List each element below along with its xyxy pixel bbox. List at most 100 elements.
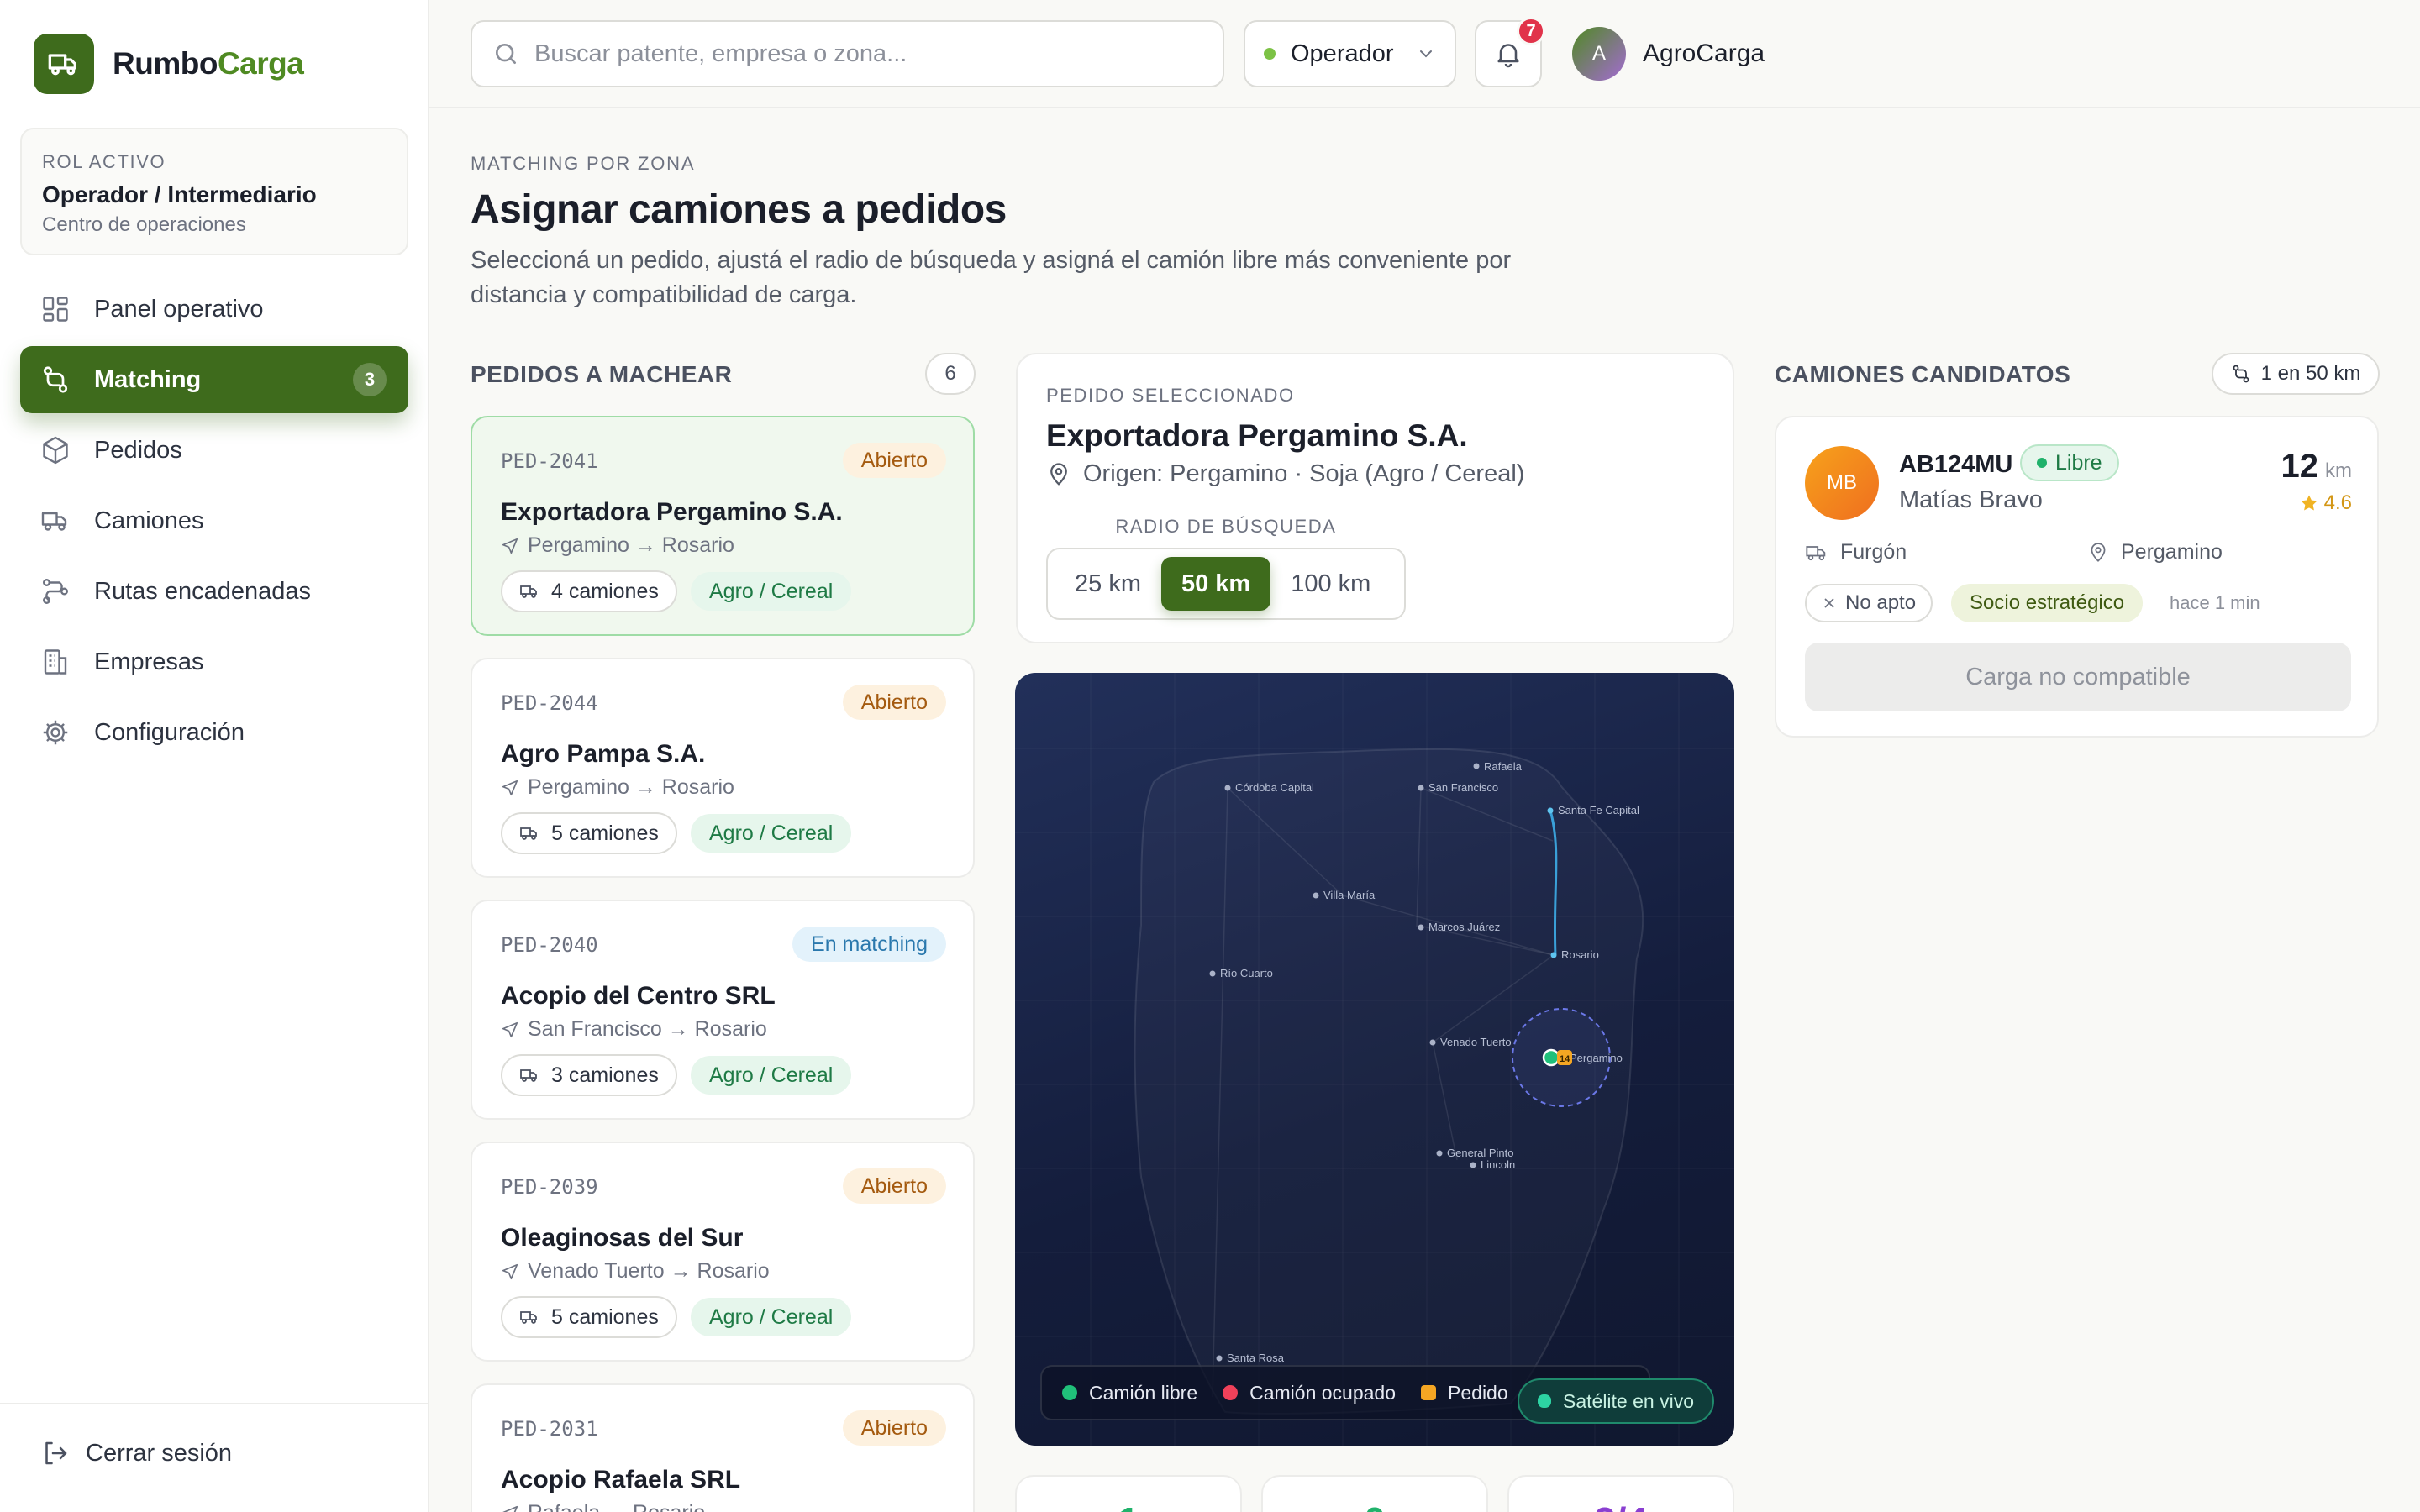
order-card[interactable]: PED-2041 Abierto Exportadora Pergamino S… [471, 416, 975, 636]
sidebar-item-empresas[interactable]: Empresas [20, 628, 408, 696]
free-truck-marker[interactable] [1542, 1048, 1560, 1067]
order-card[interactable]: PED-2040 En matching Acopio del Centro S… [471, 900, 975, 1120]
notifications-button[interactable]: 7 [1475, 17, 1545, 87]
role-select-value: Operador [1291, 39, 1394, 67]
map-pin-icon [2091, 542, 2106, 562]
legend-swatch [1223, 1385, 1239, 1400]
order-trucks-text: 5 camiones [551, 1305, 659, 1329]
satellite-live-badge[interactable]: Satélite en vivo [1518, 1378, 1714, 1424]
order-company: Acopio del Centro SRL [501, 982, 776, 1010]
stat-value: 0 [1263, 1499, 1486, 1512]
user-menu[interactable]: A AgroCarga [1572, 27, 1765, 81]
selected-order-panel: PEDIDO SELECCIONADO Exportadora Pergamin… [1016, 353, 1734, 643]
navigation-arrow-icon [502, 1263, 518, 1279]
order-code: PED-2031 [501, 1417, 598, 1441]
last-update: hace 1 min [2170, 592, 2260, 613]
candidates-summary-text: 1 en 50 km [2260, 362, 2361, 385]
radius-option-50[interactable]: 50 km [1160, 557, 1271, 611]
sidebar-item-label: Rutas encadenadas [94, 577, 311, 605]
navigation-arrow-icon [502, 1505, 518, 1512]
city-dot [1473, 763, 1480, 769]
sidebar-nav: Panel operativo Matching 3 Pedidos Camio… [20, 276, 408, 769]
radius-option-100[interactable]: 100 km [1270, 557, 1391, 611]
order-category-badge: Agro / Cereal [691, 572, 852, 611]
dashboard-icon [43, 297, 68, 322]
matching-count-badge: 3 [353, 363, 387, 396]
active-role-card: ROL ACTIVO Operador / Intermediario Cent… [20, 128, 408, 255]
sidebar-item-label: Matching [94, 365, 202, 393]
order-route-text: San Francisco → Rosario [528, 1017, 767, 1041]
order-card[interactable]: PED-2044 Abierto Agro Pampa S.A. Pergami… [471, 658, 975, 878]
bell-icon [1497, 44, 1519, 68]
legend-label: Camión libre [1089, 1381, 1198, 1404]
order-marker-label: 14 [1560, 1054, 1570, 1064]
role-label: ROL ACTIVO [42, 151, 166, 172]
matching-map[interactable]: Rafaela Córdoba Capital San Francisco Sa… [1015, 673, 1734, 1446]
sidebar-item-configuracion[interactable]: Configuración [20, 699, 408, 766]
truck-status-text: Libre [2055, 450, 2102, 475]
close-icon [1824, 598, 1834, 608]
radius-option-25[interactable]: 25 km [1055, 557, 1161, 611]
city-label: Córdoba Capital [1235, 781, 1314, 794]
candidate-truck-card[interactable]: MB AB124MU Libre Matías Bravo 12 km 4.6 F… [1775, 416, 2379, 738]
navigation-arrow-icon [502, 538, 518, 554]
avatar: A [1572, 27, 1626, 81]
truck-distance: 12 km [2281, 448, 2353, 486]
live-indicator-dot [1538, 1394, 1551, 1408]
status-badge: Abierto [842, 443, 946, 478]
sidebar-item-rutas-encadenadas[interactable]: Rutas encadenadas [20, 558, 408, 625]
order-trucks-text: 5 camiones [551, 821, 659, 845]
order-code: PED-2041 [501, 449, 598, 473]
sidebar-item-label: Configuración [94, 718, 245, 746]
orders-count-badge: 6 [925, 353, 976, 395]
sidebar-item-pedidos[interactable]: Pedidos [20, 417, 408, 484]
logout-area: Cerrar sesión [0, 1403, 429, 1512]
candidates-column-title: CAMIONES CANDIDATOS [1775, 361, 2071, 387]
order-card[interactable]: PED-2039 Abierto Oleaginosas del Sur Ven… [471, 1142, 975, 1362]
city-dot [1418, 924, 1424, 931]
order-code: PED-2040 [501, 933, 598, 957]
brand-logo[interactable]: RumboCarga [34, 34, 304, 94]
city-dot [1436, 1150, 1443, 1157]
rating-value: 4.6 [2323, 491, 2352, 514]
city-label: Villa María [1323, 889, 1376, 901]
order-route-text: Rafaela → Rosario [528, 1501, 705, 1512]
logout-button[interactable]: Cerrar sesión [40, 1438, 232, 1468]
map-pin-icon [1050, 462, 1067, 486]
legend-label: Pedido [1448, 1381, 1508, 1404]
route-icon [2233, 365, 2249, 383]
sidebar: RumboCarga ROL ACTIVO Operador / Interme… [0, 0, 429, 1512]
compatibility-badge: No apto [1805, 584, 1933, 622]
sidebar-item-matching[interactable]: Matching 3 [20, 346, 408, 413]
sidebar-item-panel-operativo[interactable]: Panel operativo [20, 276, 408, 343]
status-badge: Abierto [842, 685, 946, 720]
assign-truck-button[interactable]: Carga no compatible [1805, 643, 2351, 711]
search-input[interactable] [534, 39, 1190, 68]
building-icon [44, 649, 67, 675]
order-card[interactable]: PED-2031 Abierto Acopio Rafaela SRL Rafa… [471, 1383, 975, 1512]
truck-icon [520, 827, 537, 840]
city-label: Pergamino [1570, 1052, 1623, 1064]
truck-type: Furgón [1805, 540, 1907, 564]
sidebar-item-camiones[interactable]: Camiones [20, 487, 408, 554]
order-trucks-count: 5 camiones [501, 1296, 677, 1338]
compatibility-text: No apto [1845, 591, 1917, 614]
package-icon [43, 436, 68, 465]
order-route-text: Pergamino → Rosario [528, 533, 734, 557]
city-dot [1429, 1039, 1436, 1046]
order-route: Pergamino → Rosario [501, 775, 734, 800]
role-select[interactable]: Operador [1244, 20, 1456, 87]
radius-label: RADIO DE BÚSQUEDA [1115, 516, 1337, 537]
sidebar-item-label: Empresas [94, 648, 204, 675]
brand-name-part-1: Rumbo [113, 46, 218, 81]
status-badge: En matching [792, 927, 946, 962]
truck-logo-icon [34, 34, 94, 94]
stat-card-free: 1 [1015, 1475, 1242, 1512]
search-box[interactable] [471, 20, 1224, 87]
driver-name: Matías Bravo [1899, 486, 2043, 513]
city-dot [1224, 785, 1231, 791]
top-bar: Operador 7 A AgroCarga [429, 0, 2420, 108]
order-route-text: Pergamino → Rosario [528, 775, 734, 799]
page-eyebrow: MATCHING POR ZONA [471, 153, 696, 174]
stat-value: 1 [1017, 1499, 1240, 1512]
